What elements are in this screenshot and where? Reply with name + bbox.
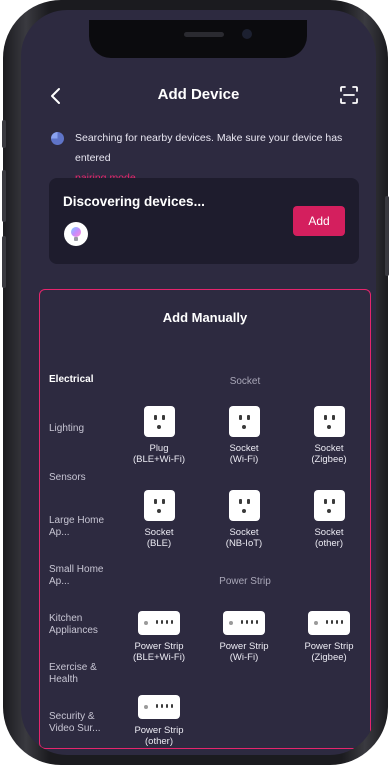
category-lighting[interactable]: Lighting [49, 423, 117, 435]
category-electrical[interactable]: Electrical [49, 374, 117, 386]
device-plug-ble-wifi[interactable]: Plug (BLE+Wi-Fi) [115, 406, 203, 465]
socket-icon [313, 490, 345, 521]
discovering-card: Discovering devices... Add [49, 178, 359, 264]
device-power-strip-zigbee[interactable]: Power Strip (Zigbee) [285, 611, 370, 663]
section-title-socket: Socket [229, 376, 261, 387]
socket-icon [143, 406, 175, 437]
power-strip-icon [308, 611, 350, 635]
volume-up-button [2, 170, 6, 222]
socket-icon [228, 406, 260, 437]
socket-icon [228, 490, 260, 521]
volume-down-button [2, 236, 6, 288]
device-socket-other[interactable]: Socket (other) [285, 490, 370, 549]
speaker [184, 32, 224, 37]
search-note-text: Searching for nearby devices. Make sure … [75, 132, 343, 164]
discovering-title: Discovering devices... [63, 194, 205, 209]
category-large-home-appliances[interactable]: Large Home Ap... [49, 515, 117, 539]
spinner-icon [51, 132, 64, 145]
power-strip-icon [138, 695, 180, 719]
power-strip-icon [223, 611, 265, 635]
device-socket-ble[interactable]: Socket (BLE) [115, 490, 203, 549]
add-discovered-button[interactable]: Add [293, 206, 345, 236]
socket-icon [143, 490, 175, 521]
category-exercise-health[interactable]: Exercise & Health [49, 662, 117, 686]
section-title-power-strip: Power Strip [219, 576, 271, 587]
device-power-strip-wifi[interactable]: Power Strip (Wi-Fi) [200, 611, 288, 663]
notch [89, 20, 307, 58]
device-socket-wifi[interactable]: Socket (Wi-Fi) [200, 406, 288, 465]
mute-switch [2, 120, 6, 148]
bulb-icon[interactable] [64, 222, 88, 246]
top-bar: Add Device [21, 78, 376, 114]
device-power-strip-other[interactable]: Power Strip (other) [115, 695, 203, 747]
category-kitchen-appliances[interactable]: Kitchen Appliances [49, 613, 117, 637]
device-socket-nb-iot[interactable]: Socket (NB-IoT) [200, 490, 288, 549]
power-strip-icon [138, 611, 180, 635]
add-manually-panel: Add Manually Electrical Lighting Sensors… [39, 289, 371, 749]
device-power-strip-ble-wifi[interactable]: Power Strip (BLE+Wi-Fi) [115, 611, 203, 663]
power-button [385, 196, 389, 276]
device-socket-zigbee[interactable]: Socket (Zigbee) [285, 406, 370, 465]
category-small-home-appliances[interactable]: Small Home Ap... [49, 564, 117, 588]
scan-icon[interactable] [340, 86, 358, 104]
phone-frame: Add Device Searching for nearby devices.… [2, 0, 389, 765]
socket-icon [313, 406, 345, 437]
category-sensors[interactable]: Sensors [49, 472, 117, 484]
add-manually-title: Add Manually [162, 310, 248, 325]
screen: Add Device Searching for nearby devices.… [21, 10, 376, 755]
front-camera [242, 29, 252, 39]
page-title: Add Device [157, 86, 240, 103]
category-security-video[interactable]: Security & Video Sur... [49, 711, 117, 735]
